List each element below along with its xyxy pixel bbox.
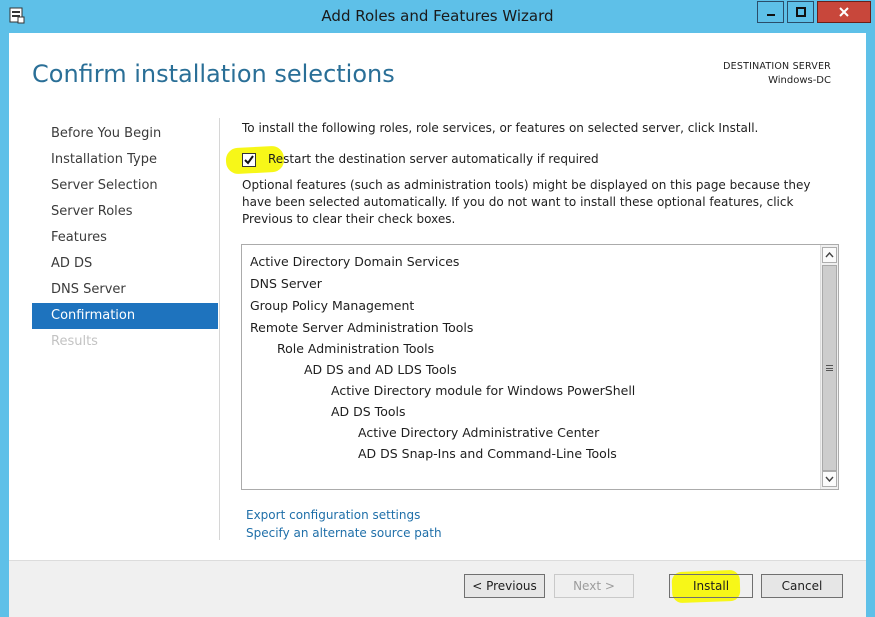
nav-item-installation-type[interactable]: Installation Type <box>32 147 218 173</box>
checkmark-icon <box>244 155 254 165</box>
nav-item-server-roles[interactable]: Server Roles <box>32 199 218 225</box>
list-item: AD DS and AD LDS Tools <box>304 362 457 377</box>
page-title: Confirm installation selections <box>32 60 395 88</box>
next-button: Next > <box>554 574 634 598</box>
destination-server-value: Windows-DC <box>768 75 831 86</box>
nav-item-confirmation[interactable]: Confirmation <box>32 303 218 329</box>
grip-icon <box>826 365 833 371</box>
scroll-down-button[interactable] <box>822 471 837 487</box>
list-item: Group Policy Management <box>250 298 415 313</box>
nav-item-before-you-begin[interactable]: Before You Begin <box>32 121 218 147</box>
install-button[interactable]: Install <box>669 574 753 598</box>
previous-button[interactable]: < Previous <box>464 574 545 598</box>
install-button-label: Install <box>692 579 730 593</box>
close-button[interactable] <box>817 1 871 23</box>
title-bar: Add Roles and Features Wizard <box>0 0 875 32</box>
window-title: Add Roles and Features Wizard <box>321 7 554 25</box>
restart-checkbox[interactable] <box>242 153 256 167</box>
selected-features-list[interactable]: Active Directory Domain Services DNS Ser… <box>241 244 839 490</box>
maximize-icon <box>795 7 806 17</box>
close-icon <box>839 7 849 17</box>
scroll-up-button[interactable] <box>822 247 837 263</box>
nav-item-dns-server[interactable]: DNS Server <box>32 277 218 303</box>
list-item: Active Directory module for Windows Powe… <box>331 383 636 398</box>
list-item: Active Directory Domain Services <box>250 254 460 269</box>
wizard-steps-nav: Before You Begin Installation Type Serve… <box>32 121 218 355</box>
nav-divider <box>219 118 220 540</box>
minimize-button[interactable] <box>757 1 784 23</box>
nav-item-ad-ds[interactable]: AD DS <box>32 251 218 277</box>
maximize-button[interactable] <box>787 1 814 23</box>
nav-item-features[interactable]: Features <box>32 225 218 251</box>
list-item: Active Directory Administrative Center <box>358 425 600 440</box>
export-configuration-link[interactable]: Export configuration settings <box>246 508 420 522</box>
scroll-thumb[interactable] <box>822 265 837 471</box>
list-item: Remote Server Administration Tools <box>250 320 474 335</box>
chevron-down-icon <box>825 476 834 482</box>
list-item: DNS Server <box>250 276 322 291</box>
chevron-up-icon <box>825 252 834 258</box>
list-item: AD DS Tools <box>331 404 406 419</box>
minimize-icon <box>766 14 775 16</box>
cancel-button[interactable]: Cancel <box>761 574 843 598</box>
nav-item-results: Results <box>51 334 98 349</box>
destination-server-label: DESTINATION SERVER <box>723 61 831 72</box>
list-item: AD DS Snap-Ins and Command-Line Tools <box>358 446 617 461</box>
optional-features-text: Optional features (such as administratio… <box>242 178 811 226</box>
alternate-source-link[interactable]: Specify an alternate source path <box>246 526 442 540</box>
nav-item-server-selection[interactable]: Server Selection <box>32 173 218 199</box>
list-scrollbar[interactable] <box>820 245 838 489</box>
restart-checkbox-label[interactable]: Restart the destination server automatic… <box>268 152 599 166</box>
intro-text: To install the following roles, role ser… <box>242 121 759 135</box>
list-item: Role Administration Tools <box>277 341 435 356</box>
